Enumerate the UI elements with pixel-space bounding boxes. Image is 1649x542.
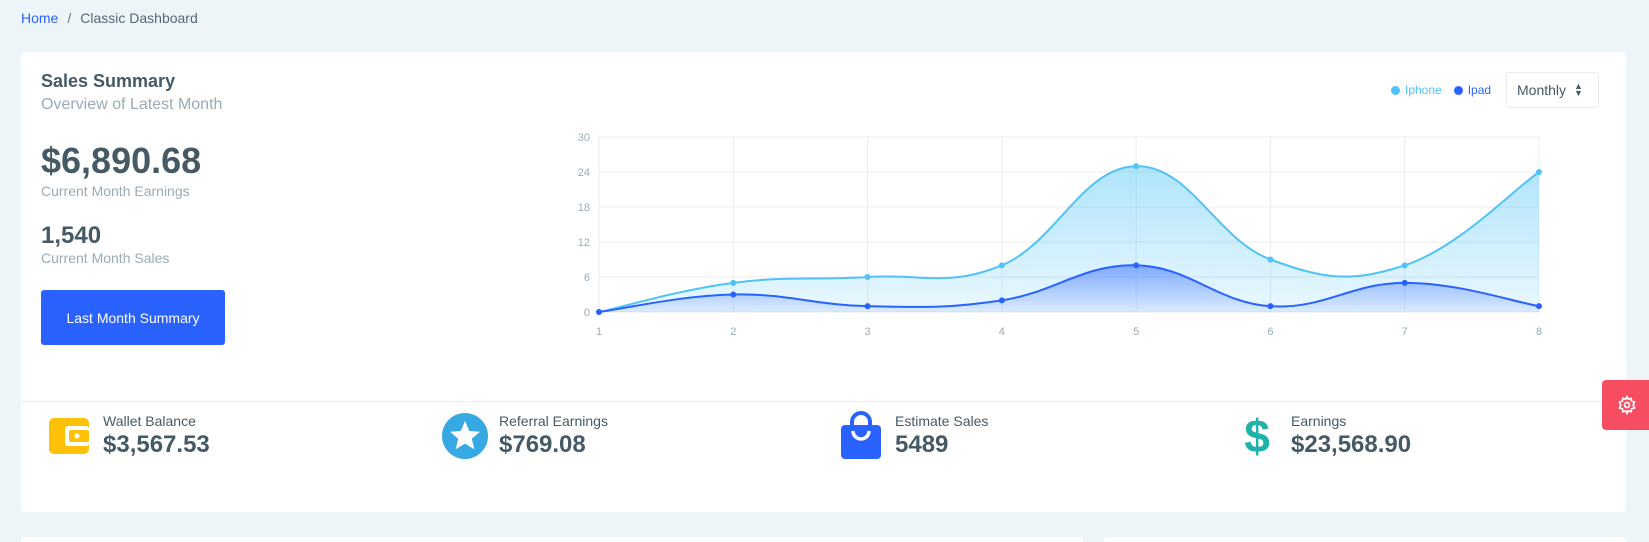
legend-item-ipad[interactable]: Ipad — [1453, 83, 1492, 97]
stat-earnings: $ Earnings $23,568.90 — [1233, 410, 1412, 462]
series-point-ipad — [596, 309, 602, 315]
shopping-bag-icon — [837, 411, 885, 460]
current-month-earnings-value: $6,890.68 — [41, 140, 202, 181]
select-arrows-icon: ▲ ▼ — [1574, 81, 1583, 98]
y-tick-label: 18 — [578, 202, 590, 214]
breadcrumb: Home / Classic Dashboard — [21, 10, 198, 26]
current-month-sales-value: 1,540 — [41, 222, 102, 249]
x-tick-label: 5 — [1133, 326, 1139, 338]
current-month-earnings-label: Current Month Earnings — [41, 183, 190, 199]
series-point-ipad — [1133, 262, 1140, 269]
series-point-iphone — [730, 279, 737, 286]
y-tick-label: 0 — [584, 307, 590, 319]
legend-dot-iphone — [1391, 85, 1400, 95]
series-point-iphone — [864, 274, 871, 280]
stat-value: 5489 — [895, 431, 949, 458]
series-point-ipad — [1536, 303, 1542, 310]
wallet-icon — [45, 412, 93, 460]
card-divider — [21, 401, 1626, 402]
stat-referral-earnings: Referral Earnings $769.08 — [441, 412, 608, 460]
x-tick-label: 6 — [1267, 326, 1273, 338]
series-point-iphone — [1401, 262, 1408, 269]
bottom-card-right — [1104, 537, 1626, 542]
series-point-ipad — [1401, 279, 1408, 286]
chart-legend: Iphone Ipad — [1391, 83, 1491, 97]
stat-value: $769.08 — [499, 431, 586, 458]
series-point-ipad — [998, 297, 1005, 304]
x-tick-label: 8 — [1536, 326, 1542, 338]
breadcrumb-current: Classic Dashboard — [80, 10, 198, 26]
stat-value: $23,568.90 — [1291, 431, 1412, 458]
legend-label-ipad: Ipad — [1467, 83, 1492, 97]
x-tick-label: 3 — [865, 326, 871, 338]
series-point-iphone — [1267, 256, 1274, 263]
sales-summary-card: Sales Summary Overview of Latest Month $… — [21, 52, 1626, 512]
y-tick-label: 24 — [578, 167, 590, 179]
series-point-ipad — [1267, 303, 1274, 310]
series-point-iphone — [1536, 169, 1542, 175]
current-month-sales-label: Current Month Sales — [41, 250, 170, 266]
stat-label: Wallet Balance — [103, 413, 196, 429]
y-tick-label: 12 — [578, 237, 590, 249]
period-select-value: Monthly — [1517, 82, 1567, 98]
series-point-ipad — [864, 303, 871, 310]
x-tick-label: 7 — [1402, 326, 1408, 338]
x-tick-label: 2 — [730, 326, 736, 338]
stat-label: Earnings — [1291, 413, 1347, 429]
breadcrumb-home-link[interactable]: Home — [21, 10, 58, 26]
series-point-ipad — [730, 291, 737, 298]
series-point-iphone — [1133, 163, 1140, 170]
card-title: Sales Summary — [41, 71, 176, 91]
settings-button[interactable] — [1602, 380, 1649, 430]
y-tick-label: 6 — [584, 272, 590, 284]
bottom-card-left — [21, 537, 1083, 542]
stat-value: $3,567.53 — [103, 431, 210, 458]
series-point-iphone — [998, 262, 1005, 269]
period-select[interactable]: Monthly ▲ ▼ — [1506, 72, 1599, 108]
legend-item-iphone[interactable]: Iphone — [1391, 83, 1442, 97]
legend-dot-ipad — [1453, 85, 1463, 95]
y-tick-label: 30 — [578, 132, 590, 144]
x-tick-label: 4 — [999, 326, 1005, 338]
card-subtitle: Overview of Latest Month — [41, 96, 223, 113]
x-tick-label: 1 — [596, 326, 602, 338]
sales-summary-header: Sales Summary Overview of Latest Month $… — [21, 52, 1626, 401]
legend-label-iphone: Iphone — [1405, 83, 1442, 97]
dollar-icon: $ — [1244, 410, 1270, 462]
sales-area-chart: 06121824301 2 3 4 5 6 7 8 — [578, 132, 1542, 338]
stat-wallet-balance: Wallet Balance $3,567.53 — [45, 412, 210, 460]
stat-estimate-sales: Estimate Sales 5489 — [837, 411, 989, 460]
star-icon — [441, 412, 489, 460]
breadcrumb-separator: / — [67, 10, 72, 26]
stat-label: Referral Earnings — [499, 413, 608, 429]
gear-icon — [1618, 395, 1636, 415]
stat-label: Estimate Sales — [895, 413, 989, 429]
last-month-summary-button[interactable]: Last Month Summary — [41, 290, 225, 345]
